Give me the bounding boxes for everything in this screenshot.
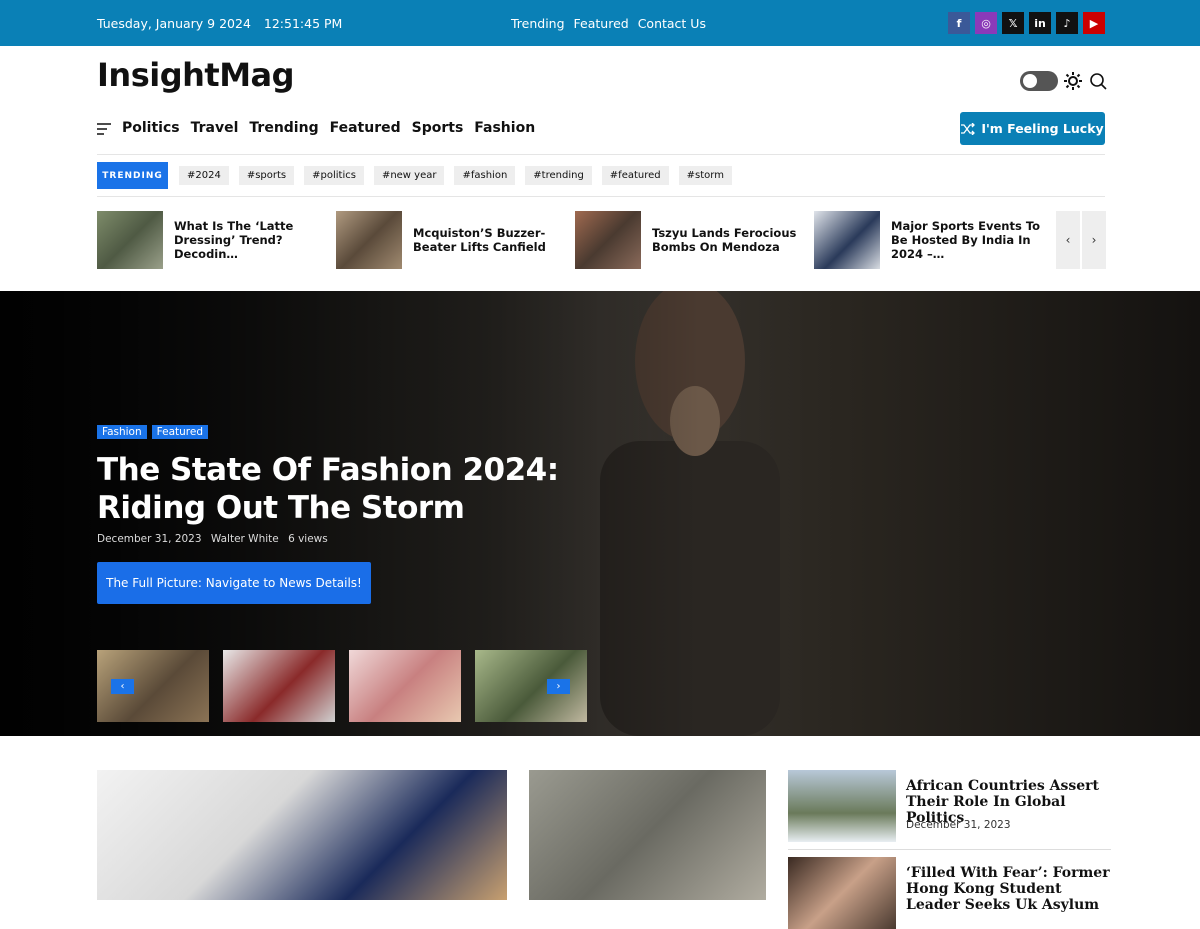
hero-thumbnail[interactable] <box>349 650 461 722</box>
facebook-icon[interactable]: f <box>948 12 970 34</box>
nav-item-politics[interactable]: Politics <box>122 120 180 136</box>
hero-thumbnail[interactable] <box>223 650 335 722</box>
x-icon[interactable]: 𝕏 <box>1002 12 1024 34</box>
ticker-item[interactable]: What Is The ‘Latte Dressing’ Trend? Deco… <box>97 211 324 269</box>
category-badge[interactable]: Fashion <box>97 425 147 439</box>
featured-card-image[interactable] <box>97 770 507 900</box>
top-links: Trending Featured Contact Us <box>511 16 711 31</box>
feeling-lucky-label: I'm Feeling Lucky <box>981 121 1104 136</box>
dark-mode-toggle[interactable] <box>1020 71 1058 91</box>
tag[interactable]: #sports <box>238 166 295 185</box>
search-icon[interactable] <box>1089 72 1107 90</box>
current-date: Tuesday, January 9 2024 <box>97 16 251 31</box>
tag[interactable]: #new year <box>373 166 445 185</box>
hero-thumbnail[interactable] <box>475 650 587 722</box>
nav-item-fashion[interactable]: Fashion <box>474 120 535 136</box>
ticker-thumbnail <box>336 211 402 269</box>
hero-categories: Fashion Featured <box>97 425 208 439</box>
tag[interactable]: #featured <box>601 166 669 185</box>
current-time: 12:51:45 PM <box>263 16 343 31</box>
nav-item-sports[interactable]: Sports <box>412 120 464 136</box>
hero-slider[interactable]: Fashion Featured The State Of Fashion 20… <box>0 291 1200 736</box>
news-ticker: What Is The ‘Latte Dressing’ Trend? Deco… <box>97 211 1041 269</box>
side-article-thumbnail <box>788 770 896 842</box>
ticker-item[interactable]: Major Sports Events To Be Hosted By Indi… <box>814 211 1041 269</box>
top-link-trending[interactable]: Trending <box>511 16 565 31</box>
main-nav: Politics Travel Trending Featured Sports… <box>122 120 535 136</box>
social-links: f ◎ 𝕏 in ♪ ▶ <box>948 12 1105 34</box>
divider <box>788 849 1111 850</box>
chevron-right-icon[interactable]: › <box>1082 211 1106 269</box>
hero-meta: December 31, 2023 Walter White 6 views <box>97 533 334 545</box>
top-link-contact[interactable]: Contact Us <box>638 16 706 31</box>
nav-item-travel[interactable]: Travel <box>191 120 239 136</box>
trending-tags: #2024 #sports #politics #new year #fashi… <box>179 166 732 185</box>
hero-date: December 31, 2023 <box>97 533 202 545</box>
sun-icon[interactable] <box>1064 72 1082 90</box>
category-badge[interactable]: Featured <box>151 425 208 439</box>
ticker-item[interactable]: Tszyu Lands Ferocious Bombs On Mendoza <box>575 211 802 269</box>
linkedin-icon[interactable]: in <box>1029 12 1051 34</box>
ticker-item[interactable]: Mcquiston’S Buzzer-Beater Lifts Canfield <box>336 211 563 269</box>
top-link-featured[interactable]: Featured <box>574 16 629 31</box>
hero-views: 6 views <box>288 533 328 545</box>
shuffle-icon <box>961 122 976 135</box>
date-time: Tuesday, January 9 2024 12:51:45 PM <box>97 16 342 31</box>
ticker-thumbnail <box>814 211 880 269</box>
tag[interactable]: #trending <box>525 166 592 185</box>
ticker-title[interactable]: Major Sports Events To Be Hosted By Indi… <box>891 219 1041 261</box>
nav-item-trending[interactable]: Trending <box>249 120 318 136</box>
youtube-icon[interactable]: ▶ <box>1083 12 1105 34</box>
site-logo[interactable]: InsightMag <box>97 56 295 94</box>
chevron-right-icon[interactable]: › <box>547 679 570 694</box>
tag[interactable]: #politics <box>304 166 364 185</box>
tiktok-icon[interactable]: ♪ <box>1056 12 1078 34</box>
ticker-title[interactable]: Tszyu Lands Ferocious Bombs On Mendoza <box>652 226 802 254</box>
ticker-thumbnail <box>97 211 163 269</box>
read-more-button[interactable]: The Full Picture: Navigate to News Detai… <box>97 562 371 604</box>
trending-label: TRENDING <box>97 162 168 189</box>
divider <box>97 154 1105 155</box>
hero-thumbnails <box>97 650 587 722</box>
nav-item-featured[interactable]: Featured <box>330 120 401 136</box>
side-article-thumbnail <box>788 857 896 929</box>
tag[interactable]: #storm <box>678 166 732 185</box>
ticker-title[interactable]: What Is The ‘Latte Dressing’ Trend? Deco… <box>174 219 324 261</box>
divider <box>97 196 1105 197</box>
ticker-title[interactable]: Mcquiston’S Buzzer-Beater Lifts Canfield <box>413 226 563 254</box>
hero-title[interactable]: The State Of Fashion 2024: Riding Out Th… <box>97 451 567 527</box>
tag[interactable]: #2024 <box>179 166 229 185</box>
feeling-lucky-button[interactable]: I'm Feeling Lucky <box>960 112 1105 145</box>
tag[interactable]: #fashion <box>454 166 516 185</box>
side-article-title[interactable]: ‘Filled With Fear’: Former Hong Kong Stu… <box>906 865 1111 913</box>
top-bar: Tuesday, January 9 2024 12:51:45 PM Tren… <box>0 0 1200 46</box>
side-article-date: December 31, 2023 <box>906 819 1011 831</box>
chevron-left-icon[interactable]: ‹ <box>111 679 134 694</box>
chevron-left-icon[interactable]: ‹ <box>1056 211 1080 269</box>
ticker-thumbnail <box>575 211 641 269</box>
article-card-image[interactable] <box>529 770 766 900</box>
menu-icon[interactable] <box>97 122 111 136</box>
instagram-icon[interactable]: ◎ <box>975 12 997 34</box>
hero-author[interactable]: Walter White <box>211 533 279 545</box>
